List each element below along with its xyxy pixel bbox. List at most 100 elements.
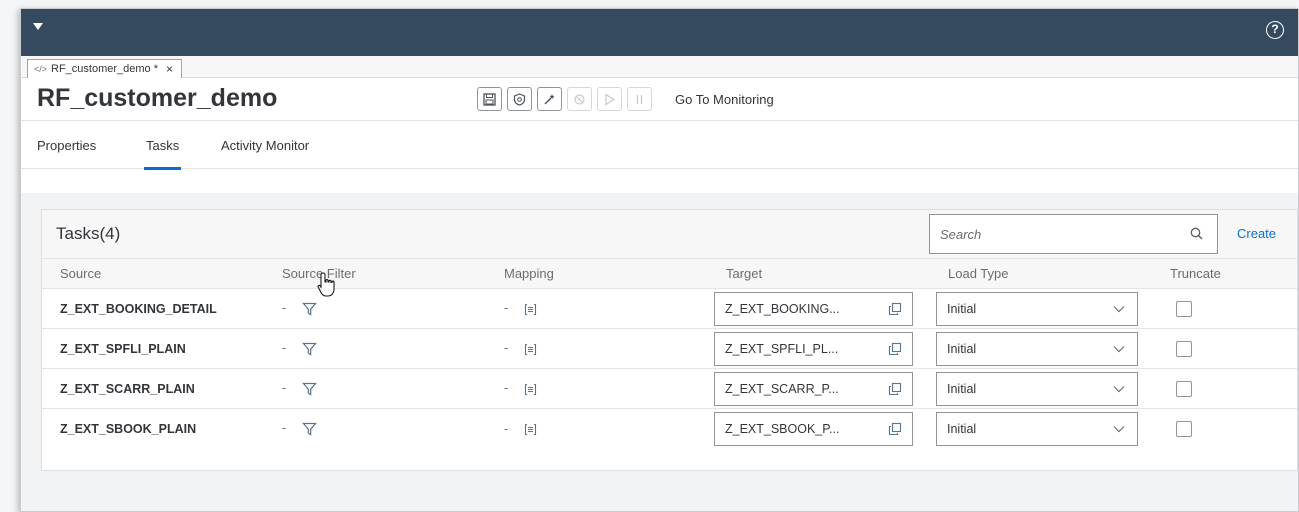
close-icon[interactable]: ×	[166, 60, 173, 78]
document-tab-label: RF_customer_demo *	[51, 63, 159, 75]
mapping-icon[interactable]	[524, 423, 537, 436]
tasks-table: Source Source Filter Mapping Target Load…	[42, 258, 1297, 449]
load-type-select[interactable]: Initial	[936, 291, 1138, 326]
pause-icon	[636, 94, 643, 104]
column-header-source-filter[interactable]: Source Filter	[264, 258, 486, 289]
save-button[interactable]	[477, 87, 502, 111]
load-type-value: Initial	[947, 381, 977, 396]
mapping-value: -	[504, 301, 509, 316]
create-button[interactable]: Create	[1237, 226, 1276, 241]
target-value: Z_EXT_SPFLI_PL...	[725, 341, 839, 356]
load-type-value: Initial	[947, 341, 977, 356]
target-field[interactable]: Z_EXT_SCARR_P...	[714, 371, 913, 406]
tasks-panel-header: Tasks(4) Create	[42, 210, 1297, 258]
chevron-down-icon[interactable]	[1113, 425, 1125, 433]
source-cell: Z_EXT_SCARR_PLAIN	[42, 368, 264, 409]
copy-icon[interactable]	[888, 422, 902, 436]
pause-button[interactable]	[627, 87, 652, 111]
filter-icon[interactable]	[301, 382, 317, 396]
undeploy-button[interactable]	[567, 87, 592, 111]
source-filter-cell: -	[264, 408, 486, 449]
truncate-cell	[1152, 408, 1297, 449]
load-type-select[interactable]: Initial	[936, 331, 1138, 366]
menu-caret-icon[interactable]	[33, 23, 43, 30]
load-type-cell: Initial	[930, 288, 1152, 329]
run-button[interactable]	[597, 87, 622, 111]
target-cell: Z_EXT_SBOOK_P...	[708, 408, 930, 449]
tab-properties[interactable]: Properties	[37, 138, 96, 153]
truncate-checkbox[interactable]	[1176, 380, 1192, 397]
target-field[interactable]: Z_EXT_BOOKING...	[714, 291, 913, 326]
table-row[interactable]: Z_EXT_BOOKING_DETAIL - - Z_EXT_BOOKING..…	[42, 288, 1297, 329]
mapping-icon[interactable]	[524, 303, 537, 316]
tasks-title: Tasks(4)	[56, 224, 121, 243]
play-icon	[605, 92, 616, 106]
mapping-icon[interactable]	[524, 343, 537, 356]
chevron-down-icon[interactable]	[1113, 385, 1125, 393]
document-tab[interactable]: </> RF_customer_demo * ×	[27, 59, 183, 78]
truncate-cell	[1152, 288, 1297, 329]
app-window: ? </> RF_customer_demo * × RF_customer_d…	[20, 8, 1299, 512]
load-type-select[interactable]: Initial	[936, 411, 1138, 446]
chevron-down-icon[interactable]	[1113, 345, 1125, 353]
load-type-value: Initial	[947, 421, 977, 436]
column-header-truncate[interactable]: Truncate	[1152, 258, 1297, 289]
table-row[interactable]: Z_EXT_SBOOK_PLAIN - - Z_EXT_SBOOK_P... I…	[42, 408, 1297, 449]
toolbar: Go To Monitoring	[477, 87, 774, 111]
search-input[interactable]	[930, 215, 1170, 253]
save-icon	[483, 92, 496, 106]
code-icon: </>	[34, 64, 48, 74]
copy-icon[interactable]	[888, 302, 902, 316]
load-type-cell: Initial	[930, 328, 1152, 369]
source-filter-cell: -	[264, 328, 486, 369]
column-header-load-type[interactable]: Load Type	[930, 258, 1152, 289]
column-header-mapping[interactable]: Mapping	[486, 258, 708, 289]
target-cell: Z_EXT_SPFLI_PL...	[708, 328, 930, 369]
help-icon[interactable]: ?	[1266, 21, 1284, 39]
object-header: RF_customer_demo Go To Monitoring	[21, 78, 1298, 121]
filter-icon[interactable]	[301, 342, 317, 356]
table-row[interactable]: Z_EXT_SPFLI_PLAIN - - Z_EXT_SPFLI_PL... …	[42, 328, 1297, 369]
truncate-checkbox[interactable]	[1176, 340, 1192, 357]
target-value: Z_EXT_BOOKING...	[725, 301, 840, 316]
filter-value: -	[282, 301, 287, 316]
shell-bar: ?	[21, 9, 1298, 56]
target-field[interactable]: Z_EXT_SPFLI_PL...	[714, 331, 913, 366]
mapping-value: -	[504, 421, 509, 436]
column-header-target[interactable]: Target	[708, 258, 930, 289]
magic-wand-icon	[544, 93, 555, 104]
search-icon[interactable]	[1190, 227, 1203, 240]
chevron-down-icon[interactable]	[1113, 305, 1125, 313]
content-area: Tasks(4) Create Source Source Filter Map…	[21, 193, 1298, 511]
search-field[interactable]	[929, 214, 1218, 254]
tab-activity-monitor[interactable]: Activity Monitor	[221, 138, 309, 153]
load-type-cell: Initial	[930, 368, 1152, 409]
copy-icon[interactable]	[888, 382, 902, 396]
target-field[interactable]: Z_EXT_SBOOK_P...	[714, 411, 913, 446]
truncate-checkbox[interactable]	[1176, 300, 1192, 317]
undeploy-icon	[574, 93, 585, 105]
filter-icon[interactable]	[301, 302, 317, 316]
tab-tasks[interactable]: Tasks	[143, 138, 182, 170]
filter-icon[interactable]	[301, 422, 317, 436]
hand-pointer-cursor	[317, 272, 335, 297]
copy-icon[interactable]	[888, 342, 902, 356]
load-type-value: Initial	[947, 301, 977, 316]
target-cell: Z_EXT_SCARR_P...	[708, 368, 930, 409]
source-cell: Z_EXT_SBOOK_PLAIN	[42, 408, 264, 449]
load-type-select[interactable]: Initial	[936, 371, 1138, 406]
mapping-icon[interactable]	[524, 383, 537, 396]
mapping-cell: -	[486, 328, 708, 369]
load-type-cell: Initial	[930, 408, 1152, 449]
validate-button[interactable]	[537, 87, 562, 111]
truncate-checkbox[interactable]	[1176, 420, 1192, 437]
deploy-button[interactable]	[507, 87, 532, 111]
truncate-cell	[1152, 368, 1297, 409]
shield-icon	[513, 92, 526, 106]
go-to-monitoring-link[interactable]: Go To Monitoring	[675, 92, 774, 107]
source-filter-cell: -	[264, 368, 486, 409]
mapping-cell: -	[486, 288, 708, 329]
table-row[interactable]: Z_EXT_SCARR_PLAIN - - Z_EXT_SCARR_P... I…	[42, 368, 1297, 409]
source-cell: Z_EXT_BOOKING_DETAIL	[42, 288, 264, 329]
column-header-source[interactable]: Source	[42, 258, 264, 289]
